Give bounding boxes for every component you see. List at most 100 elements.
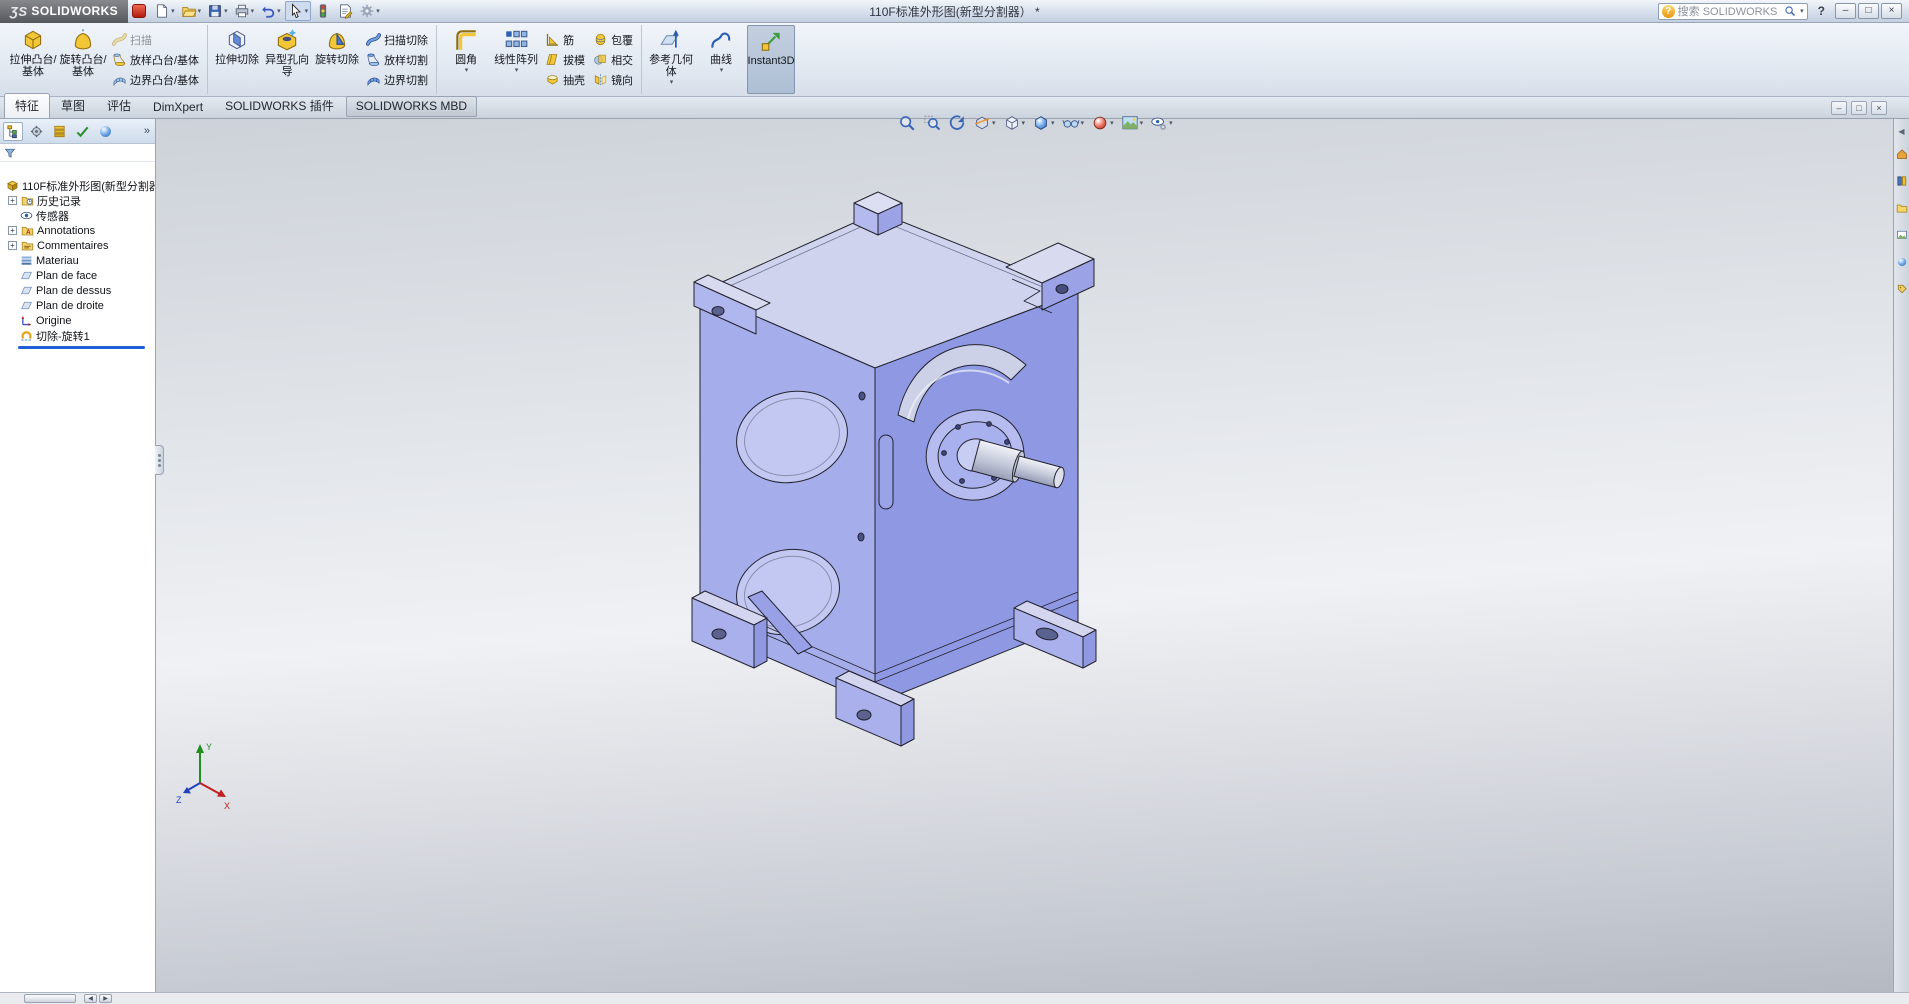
save-button[interactable]: ▾: [205, 1, 230, 21]
hide-show-items-button[interactable]: ▾: [1062, 114, 1085, 132]
svg-text:Y: Y: [206, 742, 212, 752]
expander-icon[interactable]: +: [8, 241, 17, 250]
shell-button[interactable]: 抽壳: [542, 70, 588, 90]
reference-geometry-button[interactable]: 参考几何体 ▾: [647, 25, 695, 94]
document-close-icon[interactable]: ×: [1871, 101, 1887, 115]
panel-overflow-button[interactable]: »: [144, 125, 152, 137]
dimxpert-manager-tab[interactable]: [72, 122, 92, 141]
tree-item-sensors[interactable]: 传感器: [0, 208, 155, 223]
instant3d-button[interactable]: Instant3D: [747, 25, 795, 94]
document-minimize-icon[interactable]: –: [1831, 101, 1847, 115]
swept-cut-button[interactable]: 扫描切除: [363, 30, 431, 50]
configuration-manager-tab[interactable]: [49, 122, 69, 141]
file-explorer-button[interactable]: [1896, 202, 1908, 217]
part-model-viewport[interactable]: Y X Z: [156, 119, 1893, 992]
rollback-bar[interactable]: [18, 346, 145, 349]
zoom-area-button[interactable]: [923, 114, 941, 132]
expander-icon[interactable]: +: [8, 226, 17, 235]
curves-button[interactable]: 曲线 ▾: [697, 25, 745, 94]
extrude-cut-button[interactable]: 拉伸切除: [213, 25, 261, 94]
revolve-cut-button[interactable]: 旋转切除: [313, 25, 361, 94]
lofted-boss-button[interactable]: 放样凸台/基体: [109, 50, 202, 70]
tree-item-front-plane[interactable]: Plan de face: [0, 268, 155, 283]
revolve-cut-icon: [324, 27, 350, 53]
rib-button[interactable]: 筋: [542, 30, 588, 50]
view-orientation-button[interactable]: ▾: [1003, 114, 1026, 132]
select-button[interactable]: ▾: [285, 1, 312, 21]
tab-features[interactable]: 特征: [4, 93, 50, 118]
property-manager-tab[interactable]: [26, 122, 46, 141]
linear-pattern-caret-icon[interactable]: ▾: [515, 66, 519, 74]
view-palette-button[interactable]: [1896, 229, 1908, 244]
zoom-fit-button[interactable]: [898, 114, 916, 132]
appearances-button[interactable]: [1896, 256, 1908, 271]
document-restore-icon[interactable]: □: [1851, 101, 1867, 115]
rebuild-button[interactable]: [313, 1, 333, 21]
tree-item-history[interactable]: + 历史记录: [0, 193, 155, 208]
display-manager-tab[interactable]: [95, 122, 115, 141]
tab-dimxpert[interactable]: DimXpert: [142, 96, 214, 118]
boundary-cut-button[interactable]: 边界切割: [363, 70, 431, 90]
tree-item-material[interactable]: Materiau: [0, 253, 155, 268]
task-pane-collapse-icon[interactable]: ◀: [1898, 127, 1904, 136]
tree-root-item[interactable]: 110F标准外形图(新型分割器）: [0, 178, 155, 193]
search-icon[interactable]: [1784, 5, 1796, 17]
close-button[interactable]: ×: [1881, 3, 1902, 19]
display-style-button[interactable]: ▾: [1032, 114, 1055, 132]
view-settings-button[interactable]: ▾: [1150, 114, 1173, 132]
custom-properties-button[interactable]: [1896, 283, 1908, 298]
curves-caret-icon[interactable]: ▾: [720, 66, 724, 74]
expander-icon[interactable]: +: [8, 196, 17, 205]
tree-item-origin[interactable]: Origine: [0, 313, 155, 328]
maximize-button[interactable]: □: [1858, 3, 1879, 19]
scroll-left-icon[interactable]: ◀: [84, 994, 97, 1003]
tree-item-right-plane[interactable]: Plan de droite: [0, 298, 155, 313]
apply-scene-button[interactable]: ▾: [1121, 114, 1144, 132]
horizontal-scrollbar[interactable]: ◀ ▶: [0, 992, 1909, 1004]
panel-splitter-handle[interactable]: [155, 445, 164, 475]
revolve-boss-button[interactable]: 旋转凸台/基体: [59, 25, 107, 94]
file-properties-button[interactable]: [335, 1, 355, 21]
swept-boss-button[interactable]: 扫描: [109, 30, 202, 50]
hole-wizard-button[interactable]: 异型孔向导: [263, 25, 311, 94]
section-view-button[interactable]: ▾: [973, 114, 996, 132]
previous-view-button[interactable]: [948, 114, 966, 132]
scroll-right-icon[interactable]: ▶: [99, 994, 112, 1003]
design-library-button[interactable]: [1896, 175, 1908, 190]
tab-evaluate[interactable]: 评估: [96, 93, 142, 118]
minimize-button[interactable]: –: [1835, 3, 1856, 19]
edit-appearance-button[interactable]: ▾: [1091, 114, 1114, 132]
feature-manager-tab[interactable]: [3, 122, 23, 141]
reference-geometry-caret-icon[interactable]: ▾: [670, 78, 674, 86]
tree-item-cut-revolve1[interactable]: 切除-旋转1: [0, 328, 155, 343]
fillet-caret-icon[interactable]: ▾: [465, 66, 469, 74]
undo-button[interactable]: ▾: [258, 1, 283, 21]
draft-button[interactable]: 拔模: [542, 50, 588, 70]
tab-mbd[interactable]: SOLIDWORKS MBD: [346, 96, 477, 117]
lofted-cut-button[interactable]: 放样切割: [363, 50, 431, 70]
tree-filter-row[interactable]: [0, 144, 155, 162]
search-caret-icon[interactable]: ▾: [1800, 7, 1804, 15]
mirror-button[interactable]: 镜向: [590, 70, 636, 90]
scrollbar-thumb[interactable]: [24, 994, 76, 1003]
tree-item-comments[interactable]: + Commentaires: [0, 238, 155, 253]
fillet-button[interactable]: 圆角 ▾: [442, 25, 490, 94]
intersect-button[interactable]: 相交: [590, 50, 636, 70]
print-button[interactable]: ▾: [232, 1, 257, 21]
wrap-button[interactable]: 包覆: [590, 30, 636, 50]
tab-addins[interactable]: SOLIDWORKS 插件: [214, 93, 345, 118]
tab-sketch[interactable]: 草图: [50, 93, 96, 118]
linear-pattern-button[interactable]: 线性阵列 ▾: [492, 25, 540, 94]
view-orientation-icon: [1003, 114, 1021, 132]
resources-button[interactable]: [1896, 148, 1908, 163]
tree-item-annotations[interactable]: + Annotations: [0, 223, 155, 238]
extrude-boss-button[interactable]: 拉伸凸台/基体: [9, 25, 57, 94]
boundary-boss-button[interactable]: 边界凸台/基体: [109, 70, 202, 90]
graphics-area[interactable]: Y X Z: [156, 119, 1893, 992]
options-button[interactable]: ▾: [357, 1, 382, 21]
open-button[interactable]: ▾: [179, 1, 204, 21]
search-input[interactable]: ? 搜索 SOLIDWORKS 帮助 ▾: [1658, 3, 1808, 20]
help-button[interactable]: ?: [1814, 4, 1829, 18]
new-document-button[interactable]: ▾: [152, 1, 177, 21]
tree-item-top-plane[interactable]: Plan de dessus: [0, 283, 155, 298]
